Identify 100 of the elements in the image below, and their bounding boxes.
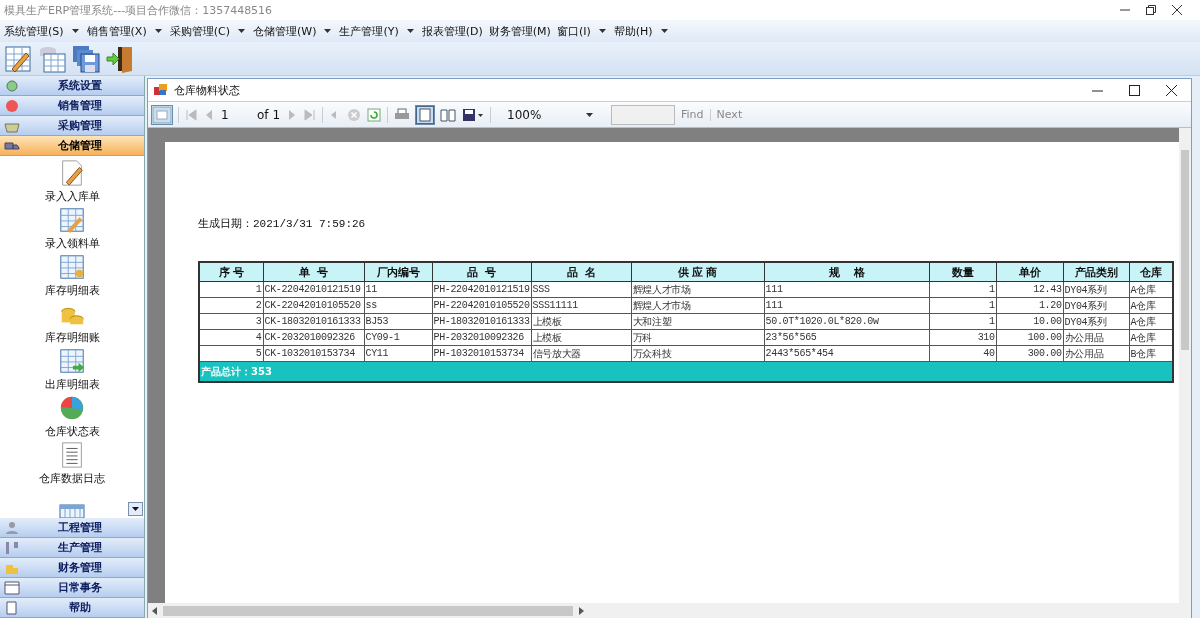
dropdown-icon[interactable] [660, 29, 668, 33]
table-cell: DY04系列 [1063, 281, 1130, 298]
print-icon[interactable] [394, 107, 410, 122]
document-map-icon[interactable] [152, 105, 172, 124]
menu-item[interactable]: 系统管理(S) [4, 23, 64, 39]
table-cell: 1 [929, 281, 997, 298]
table-cell: 办公用品 [1063, 329, 1130, 346]
table-cell: 辉煌人才市场 [631, 297, 765, 314]
menu-item[interactable]: 生产管理(Y) [339, 23, 399, 39]
table-cell: 12.43 [996, 281, 1064, 298]
zoom-dropdown[interactable]: 100% [503, 107, 597, 122]
table-cell: 10.00 [996, 313, 1064, 330]
table-cell: CY09-1 [364, 329, 432, 346]
sidebar-group[interactable]: 系统设置 [0, 76, 144, 96]
database-table-icon[interactable] [38, 44, 66, 73]
table-cell: CK-1032010153734 [263, 345, 364, 362]
menu-item[interactable]: 仓储管理(W) [252, 23, 317, 39]
gridedit-icon[interactable] [57, 206, 87, 234]
table-cell: 上模板 [531, 329, 632, 346]
column-header: 品 名 [531, 262, 632, 282]
dropdown-icon[interactable] [598, 29, 606, 33]
table-cell: PH-18032010161333 [432, 313, 532, 330]
scroll-left-icon[interactable] [151, 606, 159, 615]
menu-item[interactable]: 窗口(I) [556, 23, 591, 39]
close-icon[interactable] [1172, 5, 1182, 15]
table-cell: SSS11111 [531, 297, 632, 314]
sidebar-group[interactable]: 工程管理 [0, 518, 144, 538]
table-cell: DY04系列 [1063, 297, 1130, 314]
sidebar-group[interactable]: 销售管理 [0, 96, 144, 116]
exit-door-icon[interactable] [106, 44, 134, 73]
scroll-down-button[interactable] [128, 502, 143, 516]
table-cell: PH-2032010092326 [432, 329, 532, 346]
sidebar-group[interactable]: 帮助 [0, 598, 144, 618]
menu-item[interactable]: 帮助(H) [613, 23, 653, 39]
sidebar-group[interactable]: 生产管理 [0, 538, 144, 558]
floppy-disk-icon[interactable] [72, 44, 100, 73]
table-cell: 辉煌人才市场 [631, 281, 765, 298]
table-cell: 111 [764, 281, 930, 298]
sidebar-item[interactable]: 库存明细表 [44, 283, 100, 298]
column-header: 序 号 [199, 262, 263, 282]
close-icon[interactable] [1166, 84, 1177, 96]
edit-table-icon[interactable] [4, 44, 32, 73]
restore-icon[interactable] [1146, 5, 1156, 15]
gridarrow-icon[interactable] [57, 347, 87, 375]
table-cell: DY04系列 [1063, 313, 1130, 330]
column-header: 单 号 [263, 262, 364, 282]
refresh-icon[interactable] [367, 107, 381, 122]
page-number-field[interactable]: 1 [221, 107, 249, 122]
menu-item[interactable]: 采购管理(C) [169, 23, 230, 39]
table-cell: 300.00 [996, 345, 1064, 362]
maximize-icon[interactable] [1129, 84, 1140, 96]
dropdown-icon[interactable] [237, 29, 245, 33]
table-cell: 2 [199, 297, 263, 314]
print-layout-icon[interactable] [416, 105, 434, 124]
sidebar-item[interactable]: 录入入库单 [44, 189, 100, 204]
save-icon[interactable] [462, 107, 484, 122]
dropdown-icon[interactable] [154, 29, 162, 33]
table-cell: 1 [929, 313, 997, 330]
table-cell: 50.0T*1020.0L*820.0w [764, 313, 930, 330]
dropdown-icon[interactable] [324, 29, 332, 33]
table-cell: BJ53 [364, 313, 432, 330]
find-field[interactable] [611, 104, 675, 125]
window-title: 仓库物料状态 [174, 82, 241, 98]
sidebar-group[interactable]: 财务管理 [0, 558, 144, 578]
calendar-icon[interactable] [57, 504, 87, 518]
table-cell: PH-22042010121519 [432, 281, 532, 298]
sidebar-item[interactable]: 录入领料单 [44, 236, 100, 251]
generated-date: 生成日期：2021/3/31 7:59:26 [198, 217, 367, 231]
page-setup-icon[interactable] [440, 107, 456, 122]
scroll-right-icon[interactable] [577, 606, 585, 615]
sidebar-item[interactable]: 库存明细账 [44, 330, 100, 345]
menu-item[interactable]: 销售管理(X) [86, 23, 147, 39]
horizontal-scrollbar[interactable] [148, 603, 1191, 618]
person-icon [4, 520, 20, 535]
page-count: of 1 [257, 107, 280, 122]
column-header: 单价 [996, 262, 1064, 282]
gridkey-icon[interactable] [57, 253, 87, 281]
sidebar-item[interactable]: 仓库状态表 [44, 424, 100, 439]
table-cell: 5 [199, 345, 263, 362]
table-cell: 1 [929, 297, 997, 314]
sidebar-item[interactable]: 仓库数据日志 [39, 471, 105, 486]
column-header: 仓库 [1129, 262, 1174, 282]
sidebar-group[interactable]: 日常事务 [0, 578, 144, 598]
menu-item[interactable]: 财务管理(M) [488, 23, 551, 39]
table-cell: CK-22042010121519 [263, 281, 364, 298]
table-cell: 4 [199, 329, 263, 346]
column-header: 厂内编号 [364, 262, 432, 282]
table-cell: ss [364, 297, 432, 314]
table-cell: 上模板 [531, 313, 632, 330]
sidebar-item[interactable]: 出库明细表 [44, 377, 100, 392]
table-cell: CY11 [364, 345, 432, 362]
table-cell: 11 [364, 281, 432, 298]
dropdown-icon[interactable] [71, 29, 79, 33]
menu-item[interactable]: 报表管理(D) [421, 23, 483, 39]
sidebar-group[interactable]: 采购管理 [0, 116, 144, 136]
table-cell: 大和注塑 [631, 313, 765, 330]
sidebar-group[interactable]: 仓储管理 [0, 136, 144, 156]
dropdown-icon[interactable] [406, 29, 414, 33]
vertical-scrollbar[interactable] [1179, 128, 1191, 603]
table-cell: PH-1032010153734 [432, 345, 532, 362]
